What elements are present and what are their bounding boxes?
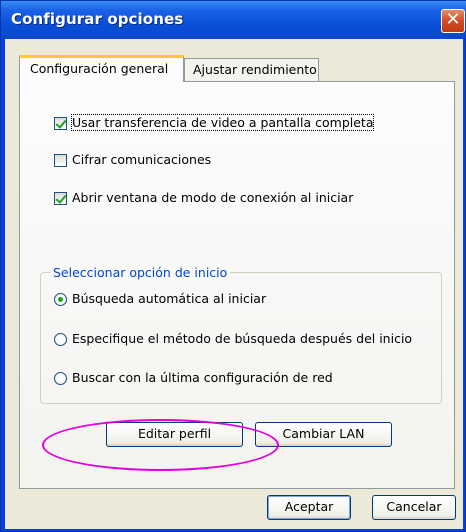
startup-group-title: Seleccionar opción de inicio xyxy=(50,265,231,280)
close-icon: ✕ xyxy=(445,9,461,30)
tab-general-label: Configuración general xyxy=(30,61,169,76)
fullscreen-video-label[interactable]: Usar transferencia de video a pantalla c… xyxy=(70,114,375,131)
ok-button[interactable]: Aceptar xyxy=(267,495,351,520)
radio-last-config[interactable] xyxy=(54,372,67,385)
cancel-button[interactable]: Cancelar xyxy=(372,495,456,520)
radio-last-config-label[interactable]: Buscar con la última configuración de re… xyxy=(72,370,333,385)
highlight-ellipse xyxy=(42,419,279,471)
radio-auto-search[interactable] xyxy=(54,293,67,306)
title-bar[interactable]: Configurar opciones ✕ xyxy=(1,1,466,39)
tab-panel: Usar transferencia de video a pantalla c… xyxy=(19,81,455,489)
encrypt-label[interactable]: Cifrar comunicaciones xyxy=(72,152,211,167)
window-title: Configurar opciones xyxy=(11,10,184,28)
tab-general[interactable]: Configuración general xyxy=(19,55,184,82)
open-connection-mode-label[interactable]: Abrir ventana de modo de conexión al ini… xyxy=(72,190,353,205)
radio-auto-search-label[interactable]: Búsqueda automática al iniciar xyxy=(72,291,266,306)
fullscreen-video-checkbox[interactable] xyxy=(54,117,67,130)
radio-specify-method-label[interactable]: Especifique el método de búsqueda despué… xyxy=(72,331,412,346)
tab-performance-label: Ajustar rendimiento xyxy=(193,62,317,77)
open-connection-mode-checkbox[interactable] xyxy=(54,192,67,205)
tab-performance[interactable]: Ajustar rendimiento xyxy=(184,58,319,82)
encrypt-checkbox[interactable] xyxy=(54,154,67,167)
dialog-window: Configurar opciones ✕ Configuración gene… xyxy=(0,0,466,532)
radio-specify-method[interactable] xyxy=(54,333,67,346)
dialog-client-area: Configuración general Ajustar rendimient… xyxy=(5,39,463,529)
close-button[interactable]: ✕ xyxy=(441,9,465,33)
